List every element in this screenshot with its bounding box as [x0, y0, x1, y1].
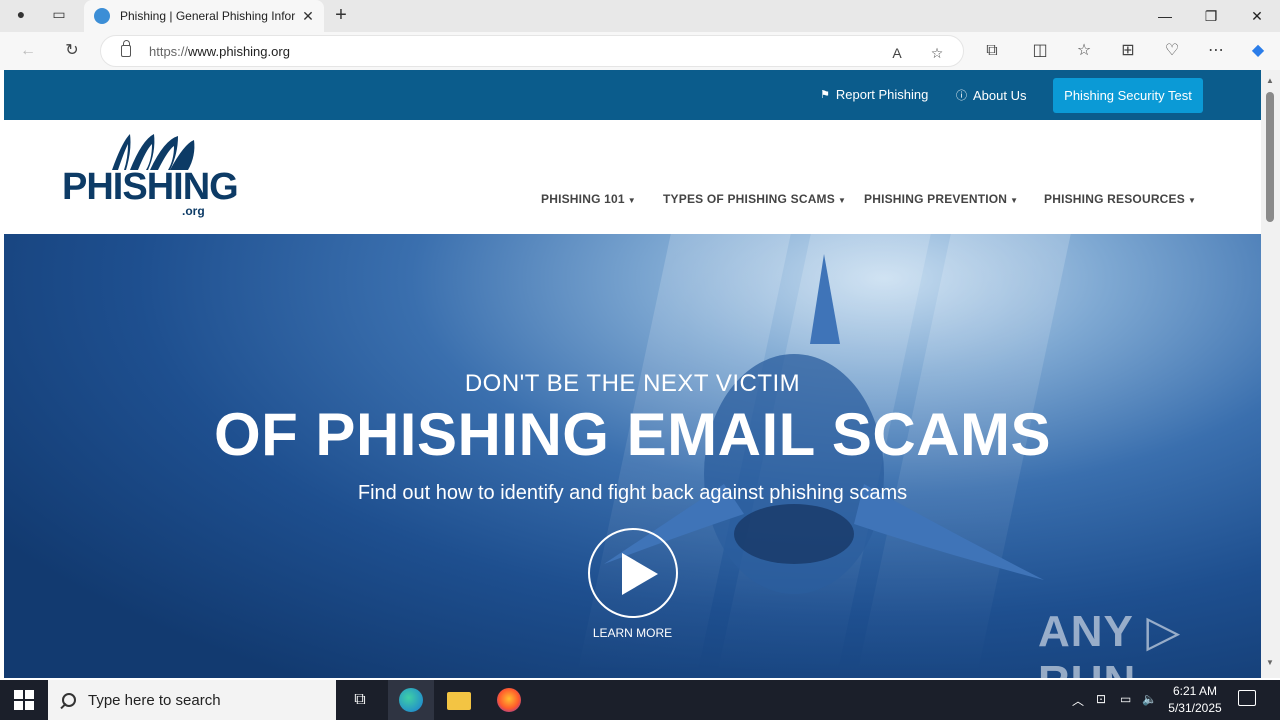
- search-icon: [62, 693, 76, 707]
- notification-center-icon[interactable]: [1238, 690, 1256, 706]
- nav-label: PHISHING PREVENTION: [864, 192, 1008, 206]
- site-logo[interactable]: PHISHING .org: [62, 132, 246, 218]
- system-clock[interactable]: 6:21 AM 5/31/2025: [1160, 683, 1230, 717]
- page-scrollbar[interactable]: ▲ ▼: [1261, 70, 1280, 678]
- tab-close-icon[interactable]: ✕: [300, 8, 316, 25]
- edge-browser-icon[interactable]: [399, 688, 423, 712]
- url-protocol: https://: [149, 43, 189, 59]
- about-us-link[interactable]: ⓘ About Us: [956, 87, 1026, 103]
- browser-essentials-icon[interactable]: ♡: [1160, 40, 1184, 62]
- phishing-security-test-button[interactable]: Phishing Security Test: [1053, 78, 1203, 113]
- nav-phishing-prevention[interactable]: PHISHING PREVENTION ▼: [864, 192, 1018, 206]
- caret-down-icon: ▼: [627, 196, 636, 205]
- report-phishing-label: Report Phishing: [835, 87, 929, 102]
- network-icon[interactable]: ▭: [1120, 692, 1131, 706]
- about-us-label: About Us: [973, 87, 1027, 103]
- file-explorer-icon[interactable]: [447, 692, 471, 710]
- caret-down-icon: ▼: [1010, 196, 1019, 205]
- report-phishing-link[interactable]: ⚑ Report Phishing: [820, 87, 928, 102]
- top-utility-bar: ⚑ Report Phishing ⓘ About Us Phishing Se…: [4, 70, 1261, 120]
- chevron-up-icon[interactable]: ︿: [1072, 692, 1084, 709]
- caret-down-icon: ▼: [837, 196, 847, 205]
- url-field[interactable]: https://www.phishing.org A ☆: [100, 35, 964, 67]
- scroll-up-icon[interactable]: ▲: [1266, 76, 1274, 85]
- new-tab-button[interactable]: +: [330, 4, 352, 28]
- nav-phishing-resources[interactable]: PHISHING RESOURCES ▼: [1044, 192, 1196, 206]
- nav-label: TYPES OF PHISHING SCAMS: [663, 192, 835, 206]
- favorites-icon[interactable]: ☆: [1072, 40, 1096, 62]
- taskbar-search-box[interactable]: Type here to search: [48, 680, 336, 720]
- clock-date: 5/31/2025: [1168, 701, 1222, 715]
- lock-icon[interactable]: [121, 40, 131, 57]
- volume-icon[interactable]: 🔈: [1142, 692, 1157, 706]
- restore-button[interactable]: ❐: [1188, 0, 1234, 32]
- favorite-star-icon[interactable]: ☆: [927, 45, 947, 62]
- url-host: www.phishing.org: [188, 43, 290, 59]
- site-header: PHISHING .org PHISHING 101 ▼ TYPES OF PHI…: [4, 120, 1261, 234]
- windows-start-icon[interactable]: [14, 690, 34, 710]
- profile-icon[interactable]: ●: [10, 6, 32, 26]
- hero-subtitle: Find out how to identify and fight back …: [357, 482, 908, 504]
- split-screen-icon[interactable]: ◫: [1028, 40, 1052, 62]
- firefox-icon[interactable]: [497, 688, 521, 712]
- back-icon[interactable]: ←: [16, 40, 40, 62]
- clock-time: 6:21 AM: [1172, 684, 1218, 698]
- collections-icon[interactable]: ⊞: [1116, 40, 1140, 62]
- scrollbar-thumb[interactable]: [1266, 92, 1274, 222]
- browser-tab[interactable]: Phishing | General Phishing Information …: [84, 0, 324, 32]
- minimize-button[interactable]: —: [1142, 0, 1188, 32]
- more-menu-icon[interactable]: ⋯: [1204, 40, 1228, 62]
- site-favicon-icon: [94, 8, 110, 24]
- info-icon: ⓘ: [956, 90, 967, 102]
- flag-icon: ⚑: [820, 89, 830, 101]
- caret-down-icon: ▼: [1187, 196, 1197, 205]
- page-viewport: ⚑ Report Phishing ⓘ About Us Phishing Se…: [4, 70, 1261, 678]
- task-view-icon[interactable]: ⧉: [348, 688, 372, 712]
- browser-tab-bar: ● ▭ Phishing | General Phishing Informat…: [0, 0, 1280, 32]
- hero-banner: DON'T BE THE NEXT VICTIM OF PHISHING EMA…: [4, 234, 1261, 678]
- play-video-button[interactable]: [588, 528, 678, 618]
- extensions-icon[interactable]: ⧉: [980, 40, 1004, 62]
- copilot-icon[interactable]: ◆: [1246, 40, 1270, 62]
- tab-title: Phishing | General Phishing Information: [120, 9, 296, 23]
- read-aloud-icon[interactable]: A: [887, 45, 907, 61]
- refresh-icon[interactable]: ↻: [60, 40, 84, 62]
- nav-label: PHISHING 101: [541, 192, 625, 206]
- search-placeholder: Type here to search: [88, 691, 221, 709]
- scroll-down-icon[interactable]: ▼: [1266, 658, 1274, 667]
- tray-app-icon[interactable]: ⊡: [1096, 692, 1106, 706]
- tab-actions-icon[interactable]: ▭: [48, 6, 70, 26]
- nav-types-of-phishing-scams[interactable]: TYPES OF PHISHING SCAMS ▼: [663, 192, 846, 206]
- nav-label: PHISHING RESOURCES: [1044, 192, 1185, 206]
- anyrun-watermark: ANY ▷ RUN: [1038, 607, 1182, 678]
- nav-phishing-101[interactable]: PHISHING 101 ▼: [541, 192, 636, 206]
- address-toolbar: ← ↻ https://www.phishing.org A ☆ ⧉ ◫ ☆ ⊞…: [0, 32, 1280, 70]
- close-window-button[interactable]: ✕: [1234, 0, 1280, 32]
- hero-title: OF PHISHING EMAIL SCAMS: [213, 401, 1052, 468]
- logo-wordmark: PHISHING: [62, 166, 239, 208]
- hero-kicker: DON'T BE THE NEXT VICTIM: [464, 370, 801, 397]
- windows-taskbar: Type here to search ⧉ ︿ ⊡ ▭ 🔈 6:21 AM 5/…: [0, 680, 1280, 720]
- logo-suffix: .org: [182, 204, 205, 218]
